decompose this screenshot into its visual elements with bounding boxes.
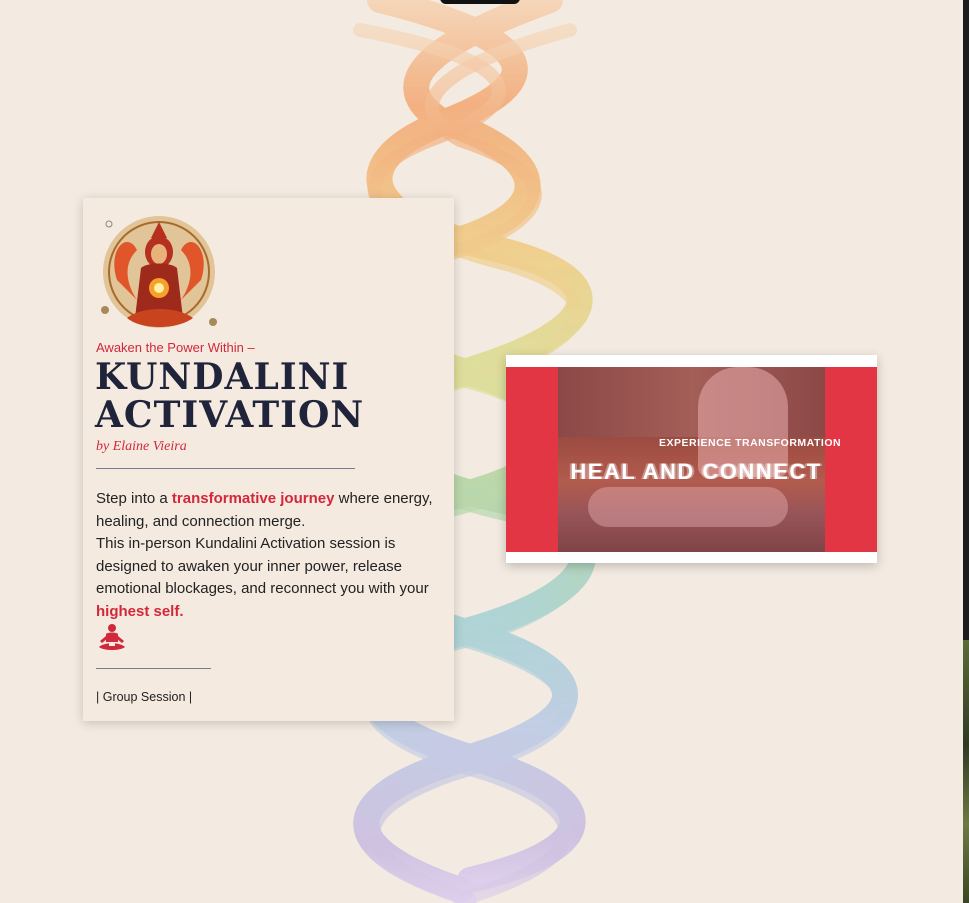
divider-bottom bbox=[96, 668, 211, 669]
intro-kicker: Awaken the Power Within – bbox=[96, 340, 255, 355]
top-notch bbox=[440, 0, 520, 4]
intro-description: Step into a transformative journey where… bbox=[96, 488, 446, 623]
divider-top bbox=[96, 468, 355, 469]
body-text-1: Step into a bbox=[96, 490, 172, 507]
body-highlight-self: highest self. bbox=[96, 602, 184, 620]
title-line-1: KUNDALINI bbox=[95, 356, 350, 398]
video-subtitle: EXPERIENCE TRANSFORMATION bbox=[659, 437, 842, 449]
body-highlight-journey: transformative journey bbox=[171, 490, 335, 507]
body-text-3: This in-person Kundalini Activation sess… bbox=[96, 535, 429, 597]
goddess-emblem-icon bbox=[101, 216, 217, 328]
meditation-pose-icon bbox=[99, 624, 125, 650]
session-type: | Group Session | bbox=[96, 690, 193, 704]
author-byline: by Elaine Vieira bbox=[96, 439, 187, 454]
page-title: KUNDALINI ACTIVATION bbox=[95, 358, 435, 434]
intro-card: Awaken the Power Within – KUNDALINI ACTI… bbox=[83, 198, 454, 721]
right-edge-thumbnail bbox=[963, 640, 969, 903]
video-player[interactable]: EXPERIENCE TRANSFORMATION HEAL AND CONNE… bbox=[506, 355, 877, 563]
title-line-2: ACTIVATION bbox=[95, 394, 365, 436]
video-title: HEAL AND CONNECT bbox=[570, 459, 822, 484]
